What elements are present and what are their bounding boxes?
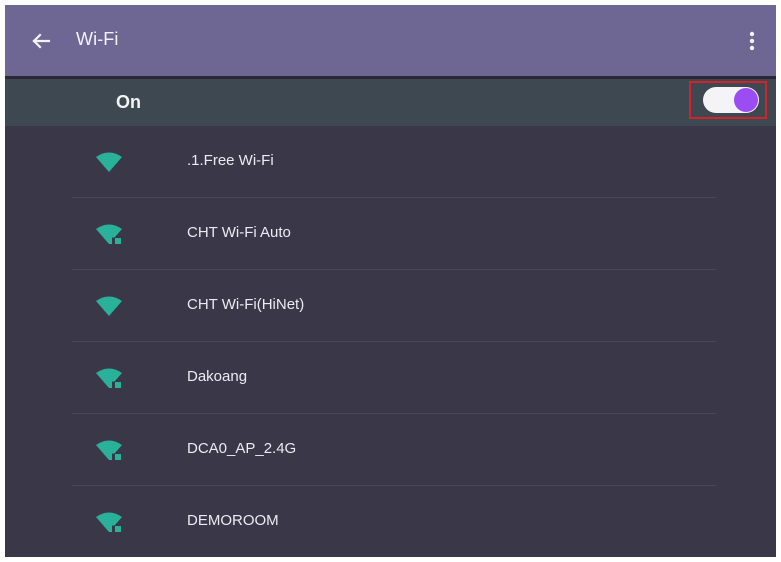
network-list-item[interactable]: .1.Free Wi-Fi (5, 126, 776, 198)
network-list-item[interactable]: CHT Wi-Fi Auto (5, 198, 776, 270)
network-list-item[interactable]: CHT Wi-Fi(HiNet) (5, 270, 776, 342)
app-bar: Wi-Fi (5, 5, 776, 76)
wifi-secured-icon (96, 224, 122, 244)
network-ssid: DEMOROOM (187, 512, 279, 529)
back-button[interactable] (27, 27, 55, 55)
wifi-toggle[interactable] (703, 87, 759, 113)
overflow-menu-button[interactable] (740, 27, 764, 55)
wifi-secured-icon (96, 440, 122, 460)
network-list-item[interactable]: Dakoang (5, 342, 776, 414)
network-list-item[interactable]: DEMOROOM (5, 486, 776, 557)
network-ssid: DCA0_AP_2.4G (187, 440, 297, 457)
page-title: Wi-Fi (76, 29, 119, 49)
network-ssid: CHT Wi-Fi Auto (187, 224, 291, 241)
wifi-signal-icon (96, 296, 122, 316)
network-ssid: CHT Wi-Fi(HiNet) (187, 296, 305, 313)
toggle-knob (734, 88, 758, 112)
network-ssid: .1.Free Wi-Fi (187, 152, 274, 169)
switch-state-label: On (116, 92, 141, 112)
wifi-settings-screen: Wi-Fi On .1.Free Wi-Fi CHT Wi-Fi Auto CHT … (5, 5, 776, 557)
wifi-secured-icon (96, 368, 122, 388)
more-vert-icon (749, 31, 755, 51)
network-list-item[interactable]: DCA0_AP_2.4G (5, 414, 776, 486)
wifi-secured-icon (96, 512, 122, 532)
arrow-back-icon (32, 33, 51, 49)
wifi-master-switch-bar[interactable]: On (5, 76, 776, 126)
network-list: .1.Free Wi-Fi CHT Wi-Fi Auto CHT Wi-Fi(HiN… (5, 126, 776, 557)
network-ssid: Dakoang (187, 368, 248, 385)
wifi-signal-icon (96, 152, 122, 172)
